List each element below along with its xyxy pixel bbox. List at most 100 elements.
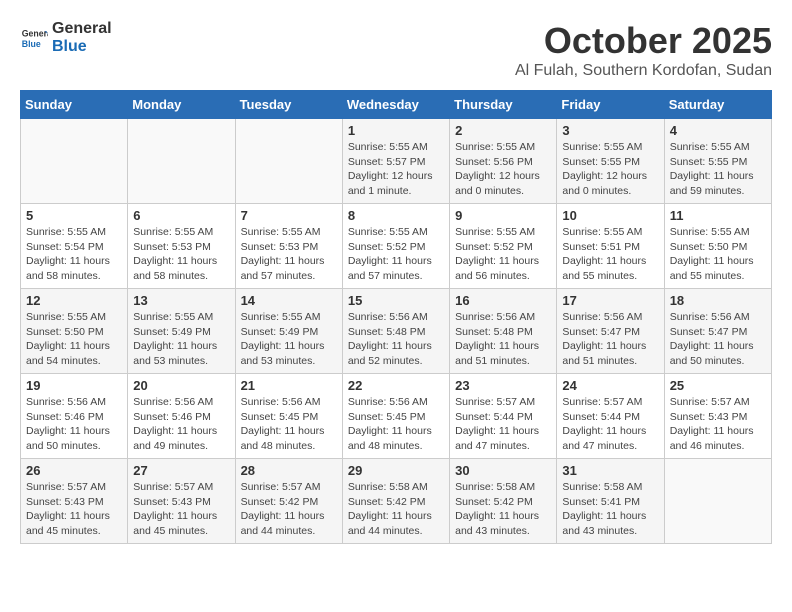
day-info: Sunrise: 5:55 AM Sunset: 5:53 PM Dayligh… [133,225,229,284]
day-info: Sunrise: 5:55 AM Sunset: 5:50 PM Dayligh… [670,225,766,284]
day-info: Sunrise: 5:57 AM Sunset: 5:44 PM Dayligh… [562,395,658,454]
day-info: Sunrise: 5:55 AM Sunset: 5:52 PM Dayligh… [455,225,551,284]
day-info: Sunrise: 5:56 AM Sunset: 5:48 PM Dayligh… [455,310,551,369]
weekday-header-sunday: Sunday [21,91,128,119]
day-number: 24 [562,378,658,393]
month-title: October 2025 [515,20,772,62]
location-title: Al Fulah, Southern Kordofan, Sudan [515,62,772,80]
calendar-cell: 8 Sunrise: 5:55 AM Sunset: 5:52 PM Daylig… [342,204,449,289]
calendar-cell: 25 Sunrise: 5:57 AM Sunset: 5:43 PM Dayli… [664,374,771,459]
day-info: Sunrise: 5:58 AM Sunset: 5:42 PM Dayligh… [348,480,444,539]
day-number: 17 [562,293,658,308]
page-header: General Blue General Blue October 2025 A… [20,20,772,80]
calendar-cell: 12 Sunrise: 5:55 AM Sunset: 5:50 PM Dayli… [21,289,128,374]
calendar-cell: 26Sunrise: 5:57 AM Sunset: 5:43 PM Dayli… [21,459,128,544]
calendar-cell: 21 Sunrise: 5:56 AM Sunset: 5:45 PM Dayli… [235,374,342,459]
day-info: Sunrise: 5:55 AM Sunset: 5:57 PM Dayligh… [348,140,444,199]
calendar-week-1: 1 Sunrise: 5:55 AM Sunset: 5:57 PM Daylig… [21,119,772,204]
day-number: 12 [26,293,122,308]
calendar-cell: 9 Sunrise: 5:55 AM Sunset: 5:52 PM Daylig… [450,204,557,289]
day-number: 20 [133,378,229,393]
calendar-cell: 22Sunrise: 5:56 AM Sunset: 5:45 PM Dayli… [342,374,449,459]
calendar-cell [235,119,342,204]
day-info: Sunrise: 5:55 AM Sunset: 5:55 PM Dayligh… [670,140,766,199]
day-number: 11 [670,208,766,223]
day-number: 13 [133,293,229,308]
day-info: Sunrise: 5:57 AM Sunset: 5:44 PM Dayligh… [455,395,551,454]
day-info: Sunrise: 5:55 AM Sunset: 5:51 PM Dayligh… [562,225,658,284]
day-number: 16 [455,293,551,308]
day-number: 6 [133,208,229,223]
day-number: 9 [455,208,551,223]
day-number: 14 [241,293,337,308]
weekday-header-friday: Friday [557,91,664,119]
day-info: Sunrise: 5:56 AM Sunset: 5:46 PM Dayligh… [133,395,229,454]
calendar-week-2: 5Sunrise: 5:55 AM Sunset: 5:54 PM Daylig… [21,204,772,289]
calendar-cell: 4 Sunrise: 5:55 AM Sunset: 5:55 PM Daylig… [664,119,771,204]
calendar-cell: 15 Sunrise: 5:56 AM Sunset: 5:48 PM Dayli… [342,289,449,374]
calendar-cell: 1 Sunrise: 5:55 AM Sunset: 5:57 PM Daylig… [342,119,449,204]
calendar-cell: 16 Sunrise: 5:56 AM Sunset: 5:48 PM Dayli… [450,289,557,374]
calendar-cell: 6 Sunrise: 5:55 AM Sunset: 5:53 PM Daylig… [128,204,235,289]
calendar-cell: 13 Sunrise: 5:55 AM Sunset: 5:49 PM Dayli… [128,289,235,374]
day-info: Sunrise: 5:55 AM Sunset: 5:56 PM Dayligh… [455,140,551,199]
day-info: Sunrise: 5:55 AM Sunset: 5:52 PM Dayligh… [348,225,444,284]
logo-icon: General Blue [20,24,48,52]
day-number: 7 [241,208,337,223]
calendar-table: SundayMondayTuesdayWednesdayThursdayFrid… [20,90,772,544]
logo-text: General Blue [52,20,112,55]
day-number: 10 [562,208,658,223]
calendar-cell [21,119,128,204]
weekday-header-thursday: Thursday [450,91,557,119]
day-info: Sunrise: 5:56 AM Sunset: 5:48 PM Dayligh… [348,310,444,369]
day-info: Sunrise: 5:55 AM Sunset: 5:53 PM Dayligh… [241,225,337,284]
calendar-cell: 17Sunrise: 5:56 AM Sunset: 5:47 PM Dayli… [557,289,664,374]
day-number: 23 [455,378,551,393]
day-info: Sunrise: 5:57 AM Sunset: 5:43 PM Dayligh… [670,395,766,454]
calendar-cell: 7 Sunrise: 5:55 AM Sunset: 5:53 PM Daylig… [235,204,342,289]
day-number: 8 [348,208,444,223]
day-number: 31 [562,463,658,478]
day-info: Sunrise: 5:55 AM Sunset: 5:54 PM Dayligh… [26,225,122,284]
calendar-cell: 20 Sunrise: 5:56 AM Sunset: 5:46 PM Dayli… [128,374,235,459]
calendar-cell: 30 Sunrise: 5:58 AM Sunset: 5:42 PM Dayli… [450,459,557,544]
day-info: Sunrise: 5:55 AM Sunset: 5:50 PM Dayligh… [26,310,122,369]
day-info: Sunrise: 5:58 AM Sunset: 5:42 PM Dayligh… [455,480,551,539]
day-info: Sunrise: 5:56 AM Sunset: 5:45 PM Dayligh… [241,395,337,454]
day-number: 25 [670,378,766,393]
calendar-cell: 18Sunrise: 5:56 AM Sunset: 5:47 PM Dayli… [664,289,771,374]
calendar-week-4: 19 Sunrise: 5:56 AM Sunset: 5:46 PM Dayli… [21,374,772,459]
day-number: 18 [670,293,766,308]
calendar-cell: 19Sunrise: 5:56 AM Sunset: 5:46 PM Dayli… [21,374,128,459]
day-number: 29 [348,463,444,478]
day-number: 30 [455,463,551,478]
day-info: Sunrise: 5:57 AM Sunset: 5:43 PM Dayligh… [26,480,122,539]
calendar-cell: 23 Sunrise: 5:57 AM Sunset: 5:44 PM Dayli… [450,374,557,459]
logo-general-text: General [52,20,112,38]
calendar-cell [664,459,771,544]
calendar-cell: 14Sunrise: 5:55 AM Sunset: 5:49 PM Dayli… [235,289,342,374]
calendar-cell: 27 Sunrise: 5:57 AM Sunset: 5:43 PM Dayli… [128,459,235,544]
day-number: 1 [348,123,444,138]
logo: General Blue General Blue [20,20,112,55]
calendar-cell: 2 Sunrise: 5:55 AM Sunset: 5:56 PM Daylig… [450,119,557,204]
day-number: 21 [241,378,337,393]
calendar-cell: 28Sunrise: 5:57 AM Sunset: 5:42 PM Dayli… [235,459,342,544]
day-number: 2 [455,123,551,138]
calendar-cell [128,119,235,204]
day-number: 19 [26,378,122,393]
day-number: 4 [670,123,766,138]
calendar-cell: 3Sunrise: 5:55 AM Sunset: 5:55 PM Daylig… [557,119,664,204]
day-info: Sunrise: 5:55 AM Sunset: 5:49 PM Dayligh… [133,310,229,369]
day-info: Sunrise: 5:57 AM Sunset: 5:42 PM Dayligh… [241,480,337,539]
day-number: 15 [348,293,444,308]
calendar-cell: 10 Sunrise: 5:55 AM Sunset: 5:51 PM Dayli… [557,204,664,289]
calendar-cell: 5Sunrise: 5:55 AM Sunset: 5:54 PM Daylig… [21,204,128,289]
weekday-header-saturday: Saturday [664,91,771,119]
weekday-header-wednesday: Wednesday [342,91,449,119]
svg-text:Blue: Blue [22,38,41,48]
day-info: Sunrise: 5:57 AM Sunset: 5:43 PM Dayligh… [133,480,229,539]
day-number: 27 [133,463,229,478]
logo-blue-text: Blue [52,38,112,56]
day-number: 22 [348,378,444,393]
